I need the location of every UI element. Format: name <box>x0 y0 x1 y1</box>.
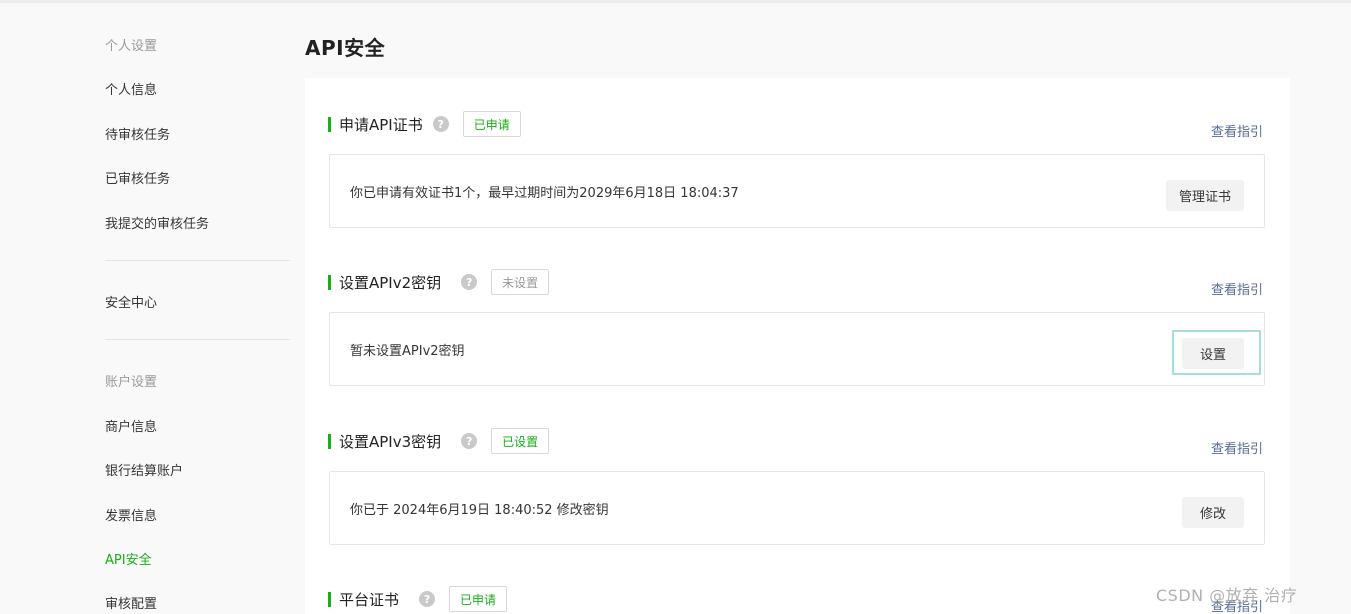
help-icon[interactable]: ? <box>461 274 478 290</box>
sidebar-item-review-config[interactable]: 审核配置 <box>105 593 157 612</box>
section-title: 设置APIv2密钥 <box>339 273 442 292</box>
api-cert-card: 你已申请有效证书1个，最早过期时间为2029年6月18日 18:04:37 管理… <box>329 154 1265 228</box>
sidebar-item-pending-tasks[interactable]: 待审核任务 <box>105 124 170 143</box>
sidebar-item-security-center[interactable]: 安全中心 <box>105 292 157 311</box>
sidebar-divider <box>105 339 290 340</box>
help-icon[interactable]: ? <box>461 433 478 449</box>
section-title: 设置APIv3密钥 <box>339 432 442 451</box>
watermark: CSDN @放弃 治疗 <box>1156 586 1298 605</box>
view-guide-link[interactable]: 查看指引 <box>1211 121 1263 140</box>
apiv3-status-text: 你已于 2024年6月19日 18:40:52 修改密钥 <box>350 503 609 518</box>
manage-cert-button[interactable]: 管理证书 <box>1166 180 1244 211</box>
status-badge: 已申请 <box>449 586 508 612</box>
set-key-button[interactable]: 设置 <box>1182 338 1244 369</box>
sidebar-item-submitted-tasks[interactable]: 我提交的审核任务 <box>105 213 209 232</box>
apiv3-card: 你已于 2024年6月19日 18:40:52 修改密钥 修改 <box>329 471 1265 545</box>
section-header-apiv3: 设置APIv3密钥 ? 已设置 <box>328 426 550 456</box>
sidebar-item-personal-info[interactable]: 个人信息 <box>105 79 157 98</box>
api-cert-status-text: 你已申请有效证书1个，最早过期时间为2029年6月18日 18:04:37 <box>350 186 739 201</box>
section-accent-bar <box>328 274 331 290</box>
help-icon[interactable]: ? <box>419 591 436 607</box>
modify-key-button[interactable]: 修改 <box>1182 497 1244 528</box>
sidebar-group-account: 账户设置 <box>105 375 158 390</box>
section-accent-bar <box>328 433 331 449</box>
top-border <box>0 0 1351 3</box>
view-guide-link[interactable]: 查看指引 <box>1211 279 1263 298</box>
sidebar-item-bank-account[interactable]: 银行结算账户 <box>105 460 183 479</box>
help-icon[interactable]: ? <box>432 116 449 132</box>
section-header-platform-cert: 平台证书 ? 已申请 <box>328 584 508 614</box>
section-accent-bar <box>328 591 331 607</box>
status-badge: 已申请 <box>462 111 521 137</box>
section-title: 申请API证书 <box>339 115 423 134</box>
sidebar-item-api-security[interactable]: API安全 <box>105 549 152 568</box>
section-header-api-cert: 申请API证书 ? 已申请 <box>328 109 521 139</box>
status-badge: 已设置 <box>491 428 550 454</box>
sidebar-item-invoice-info[interactable]: 发票信息 <box>105 505 157 524</box>
sidebar-item-reviewed-tasks[interactable]: 已审核任务 <box>105 168 170 187</box>
apiv2-card: 暂未设置APIv2密钥 设置 <box>329 312 1265 386</box>
section-header-apiv2: 设置APIv2密钥 ? 未设置 <box>328 267 550 297</box>
section-title: 平台证书 <box>339 590 400 609</box>
sidebar-group-personal: 个人设置 <box>105 39 158 54</box>
apiv2-status-text: 暂未设置APIv2密钥 <box>350 344 465 359</box>
page-title: API安全 <box>305 36 386 60</box>
sidebar-divider <box>105 260 290 261</box>
status-badge: 未设置 <box>491 269 550 295</box>
view-guide-link[interactable]: 查看指引 <box>1211 438 1263 457</box>
sidebar-item-merchant-info[interactable]: 商户信息 <box>105 416 157 435</box>
section-accent-bar <box>328 116 331 132</box>
